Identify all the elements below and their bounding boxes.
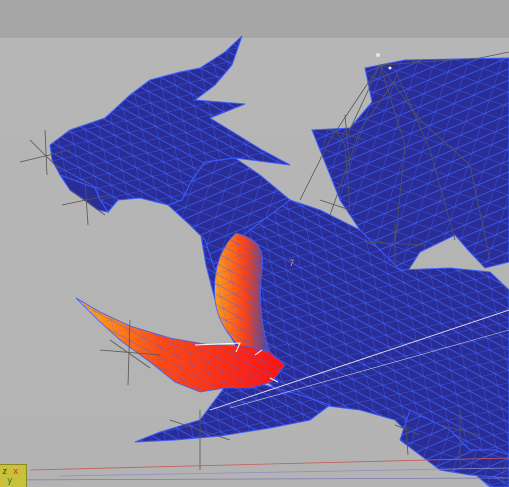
3d-viewport[interactable]: 7 z x y [0, 0, 509, 487]
dragon-wireframe-scene[interactable] [0, 0, 509, 487]
axis-y-label: y [7, 476, 13, 486]
rig-marker-label: 7 [289, 259, 295, 269]
axis-tripod-icon[interactable]: z x y [0, 464, 27, 487]
axis-x-label: x [13, 467, 19, 477]
